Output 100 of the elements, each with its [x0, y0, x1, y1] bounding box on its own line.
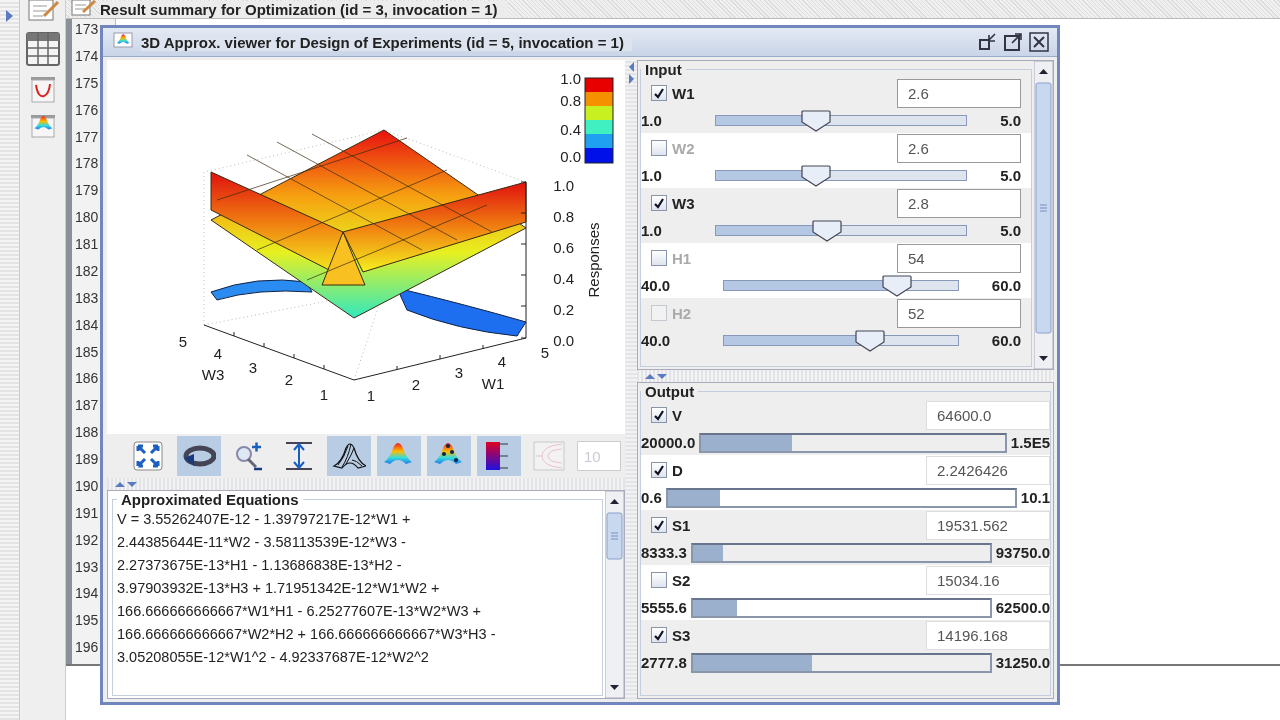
- table-icon[interactable]: [25, 32, 60, 66]
- response-label: S1: [672, 516, 691, 534]
- response-label: V: [672, 406, 682, 424]
- checkbox[interactable]: [651, 407, 667, 423]
- equation-text: V = 3.55262407E-12 - 1.39797217E-12*W1 +: [117, 510, 412, 529]
- min-label: 1.0: [641, 112, 662, 129]
- tick-label: 0.4: [560, 121, 581, 138]
- scrollbar[interactable]: [605, 491, 624, 698]
- row-number: 193: [75, 557, 100, 577]
- tick-label: 3: [454, 364, 464, 381]
- max-label: 5.0: [1000, 167, 1021, 184]
- value-field[interactable]: 2.2426426: [926, 455, 1050, 485]
- min-label: 5555.6: [641, 599, 687, 616]
- tick-label: 1.0: [560, 70, 581, 87]
- equation-text: 3.97903932E-13*H3 + 1.71951342E-12*W1*W2 +: [117, 579, 441, 598]
- slider-thumb[interactable]: [811, 219, 842, 242]
- panel-title: Output: [644, 383, 696, 400]
- value-field[interactable]: 64600.0: [926, 400, 1050, 430]
- tick-label: 1.0: [553, 177, 574, 194]
- tick-label: 0.0: [553, 332, 574, 349]
- value-field[interactable]: 2.6: [897, 133, 1021, 163]
- min-label: 1.0: [641, 167, 662, 184]
- equation-text: 166.666666666667*W2*H2 + 166.666666666667*W3*H3 -: [117, 625, 497, 644]
- tick-label: 0.4: [553, 270, 574, 287]
- value-field[interactable]: 19531.562: [926, 510, 1050, 540]
- row-number: 182: [75, 261, 100, 281]
- slider-thumb[interactable]: [800, 164, 831, 187]
- max-label: 5.0: [1000, 112, 1021, 129]
- min-label: 40.0: [641, 332, 671, 349]
- checkbox[interactable]: [651, 140, 667, 156]
- min-label: 1.0: [641, 222, 662, 239]
- surface-chart-icon[interactable]: [29, 114, 56, 138]
- value-field[interactable]: 2.6: [897, 78, 1021, 108]
- min-label: 2777.8: [641, 654, 687, 671]
- window-title: Result summary for Optimization (id = 3, invocation = 1): [100, 0, 508, 18]
- row-number: 175: [75, 73, 100, 93]
- expand-arrow-icon[interactable]: [6, 10, 13, 22]
- row-number: 187: [75, 396, 100, 416]
- tick-label: 3: [248, 359, 258, 376]
- max-label: 60.0: [991, 277, 1021, 294]
- value-field[interactable]: 54: [897, 243, 1021, 273]
- restore-icon[interactable]: [977, 32, 997, 52]
- surface-chart-icon: [113, 31, 133, 49]
- tick-label: 4: [213, 345, 223, 362]
- tick-label: 0.6: [553, 239, 574, 256]
- row-number: 184: [75, 315, 100, 335]
- toolbar-button[interactable]: [177, 436, 221, 476]
- toolbar-button[interactable]: [427, 436, 471, 476]
- max-label: 31250.0: [995, 654, 1050, 671]
- checkbox[interactable]: [651, 462, 667, 478]
- equation-text: 166.666666666667*W1*H1 - 6.25277607E-13*W2*W3 +: [117, 602, 482, 621]
- tick-label: 4: [497, 353, 507, 370]
- tick-label: 0.2: [553, 301, 574, 318]
- equation-text: 2.27373675E-13*H1 - 1.13686838E-13*H2 -: [117, 556, 403, 575]
- notepad-icon: [70, 0, 96, 16]
- maximize-icon[interactable]: [1003, 32, 1023, 52]
- row-number: 180: [75, 208, 100, 228]
- tick-label: 0.8: [553, 208, 574, 225]
- splitter-arrows-icon[interactable]: [115, 480, 137, 488]
- max-label: 60.0: [991, 332, 1021, 349]
- max-label: 93750.0: [995, 544, 1050, 561]
- variable-label: W3: [672, 194, 695, 212]
- max-label: 62500.0: [995, 599, 1050, 616]
- max-label: 10.1: [1020, 489, 1050, 506]
- splitter-arrows-icon[interactable]: [627, 62, 635, 84]
- response-label: S2: [672, 571, 691, 589]
- splitter-arrows-icon[interactable]: [645, 372, 667, 380]
- checkbox[interactable]: [651, 517, 667, 533]
- checkbox[interactable]: [651, 85, 667, 101]
- curve-chart-icon[interactable]: [29, 76, 56, 104]
- checkbox[interactable]: [651, 250, 667, 266]
- checkbox[interactable]: [651, 195, 667, 211]
- tick-label: 1: [366, 387, 376, 404]
- scrollbar[interactable]: [1034, 61, 1053, 369]
- toolbar-button[interactable]: [477, 436, 521, 476]
- notepad-icon[interactable]: [25, 0, 60, 22]
- variable-label: W1: [672, 84, 695, 102]
- close-icon[interactable]: [1029, 32, 1049, 52]
- tick-label: 0.0: [560, 148, 581, 165]
- response-label: S3: [672, 626, 691, 644]
- row-number: 190: [75, 476, 100, 496]
- value-field[interactable]: 15034.16: [926, 565, 1050, 595]
- checkbox[interactable]: [651, 627, 667, 643]
- slider-thumb[interactable]: [881, 274, 912, 297]
- row-number: 196: [75, 638, 100, 658]
- slider-thumb[interactable]: [800, 109, 831, 132]
- max-label: 1.5E5: [1010, 434, 1050, 451]
- min-label: 40.0: [641, 277, 671, 294]
- variable-label: W2: [672, 139, 695, 157]
- variable-label: H2: [672, 304, 692, 322]
- panel-title: Approximated Equations: [120, 491, 300, 508]
- variable-label: H1: [672, 249, 692, 267]
- max-label: 5.0: [1000, 222, 1021, 239]
- tick-label: 2: [411, 376, 421, 393]
- row-number: 188: [75, 423, 100, 443]
- value-field[interactable]: 14196.168: [926, 620, 1050, 650]
- value-field[interactable]: 2.8: [897, 188, 1021, 218]
- toolbar-button[interactable]: [327, 436, 371, 476]
- equation-text: 3.05208055E-12*W1^2 - 4.92337687E-12*W2^2: [117, 648, 430, 667]
- checkbox[interactable]: [651, 572, 667, 588]
